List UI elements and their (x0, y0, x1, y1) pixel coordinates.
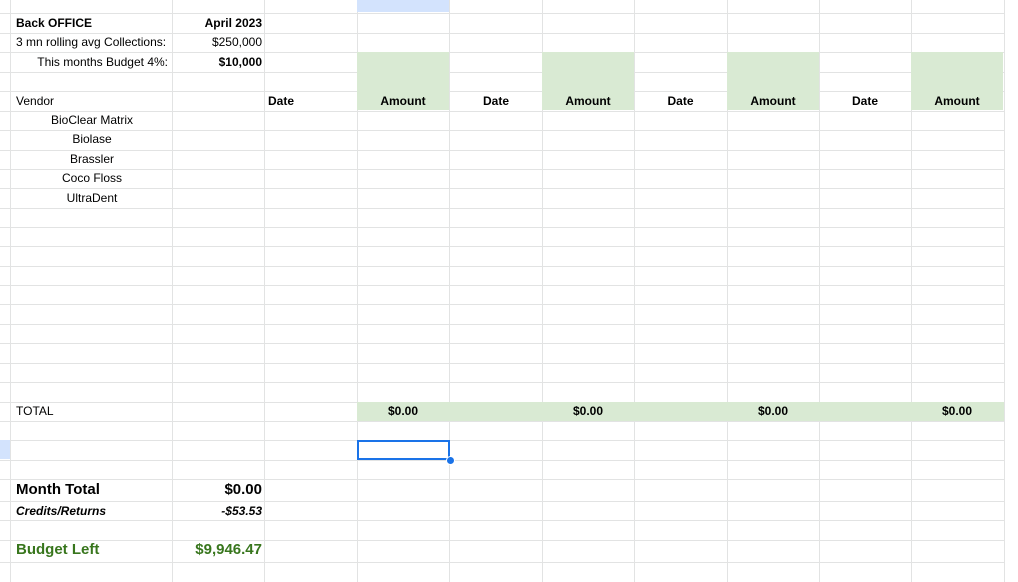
vendor-cell[interactable]: UltraDent (12, 189, 172, 208)
grid-row-line (0, 343, 1004, 344)
sheet-title[interactable]: Back OFFICE (16, 14, 166, 33)
date-header-4[interactable]: Date (819, 92, 911, 111)
credits-value[interactable]: -$53.53 (172, 502, 262, 521)
vendor-cell[interactable]: Brassler (12, 150, 172, 169)
budget-left-value[interactable]: $9,946.47 (172, 539, 262, 561)
budget-value[interactable]: $10,000 (172, 53, 262, 72)
date-header-3[interactable]: Date (634, 92, 727, 111)
total-label[interactable]: TOTAL (16, 402, 166, 421)
amount-header-3[interactable]: Amount (727, 92, 819, 111)
amount-header-1[interactable]: Amount (357, 92, 449, 111)
grid-row-line (0, 246, 1004, 247)
grid-column-line (634, 0, 635, 582)
credits-label[interactable]: Credits/Returns (16, 502, 166, 521)
grid-column-line (10, 0, 11, 582)
date-header-2[interactable]: Date (450, 92, 542, 111)
grid-row-line (0, 227, 1004, 228)
vendor-cell[interactable]: Biolase (12, 130, 172, 149)
grid-column-line (1004, 0, 1005, 582)
green-cell-j3[interactable] (727, 52, 819, 91)
total-amount-4[interactable]: $0.00 (911, 402, 1003, 421)
grid-column-line (449, 0, 450, 582)
green-cell-l3[interactable] (911, 52, 1003, 91)
grid-row-line (0, 382, 1004, 383)
month-cell[interactable]: April 2023 (172, 14, 262, 33)
grid-row-line (0, 208, 1004, 209)
grid-row-line (0, 440, 1004, 441)
vendor-cell[interactable]: BioClear Matrix (12, 111, 172, 130)
date-header-1[interactable]: Date (268, 92, 353, 111)
budget-label[interactable]: This months Budget 4%: (16, 53, 168, 72)
month-total-label[interactable]: Month Total (16, 479, 166, 501)
fill-handle[interactable] (446, 456, 455, 465)
green-cell-h3[interactable] (542, 52, 634, 91)
amount-header-4[interactable]: Amount (911, 92, 1003, 111)
total-row-fill[interactable] (357, 402, 1004, 421)
selected-row-indicator (0, 440, 10, 459)
vendor-cell[interactable]: Coco Floss (12, 169, 172, 188)
grid-column-line (264, 0, 265, 582)
grid-row-line (0, 460, 1004, 461)
collections-value[interactable]: $250,000 (172, 33, 262, 52)
budget-left-label[interactable]: Budget Left (16, 539, 166, 561)
grid-row-line (0, 363, 1004, 364)
grid-row-line (0, 266, 1004, 267)
active-cell-selection[interactable] (357, 440, 450, 460)
green-cell-f3[interactable] (357, 52, 449, 91)
total-amount-3[interactable]: $0.00 (727, 402, 819, 421)
month-total-value[interactable]: $0.00 (172, 479, 262, 501)
collections-label[interactable]: 3 mn rolling avg Collections: (16, 33, 171, 52)
grid-row-line (0, 324, 1004, 325)
grid-row-line (0, 421, 1004, 422)
vendor-header[interactable]: Vendor (16, 92, 166, 111)
grid-row-line (0, 562, 1004, 563)
amount-header-2[interactable]: Amount (542, 92, 634, 111)
grid-row-line (0, 304, 1004, 305)
selected-column-header[interactable] (357, 0, 449, 12)
grid-row-line (0, 285, 1004, 286)
spreadsheet-grid[interactable]: Back OFFICE April 2023 3 mn rolling avg … (0, 0, 1018, 582)
grid-row-line (0, 72, 1004, 73)
total-amount-2[interactable]: $0.00 (542, 402, 634, 421)
total-amount-1[interactable]: $0.00 (357, 402, 449, 421)
grid-column-line (819, 0, 820, 582)
